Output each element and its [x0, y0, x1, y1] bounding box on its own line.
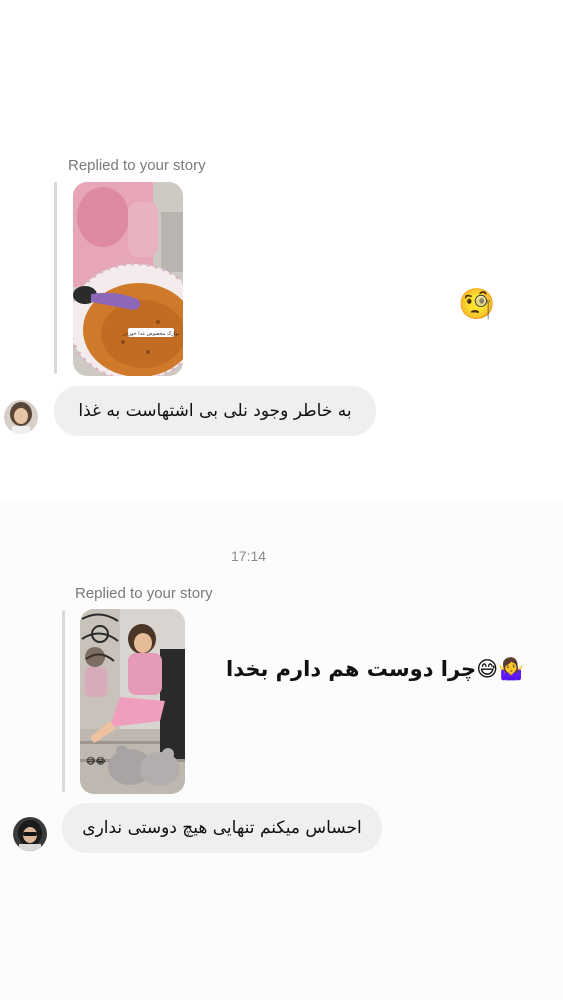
story-caption-1: نوارک مخصوص غذا خوردن [123, 330, 180, 337]
replied-to-story-label-1: Replied to your story [68, 157, 206, 174]
quote-bar-1 [54, 182, 57, 374]
story-image-girl-on-stairs: 😅😂 [80, 609, 185, 794]
message-bubble-1[interactable]: به خاطر وجود نلی بی اشتهاست به غذا [54, 386, 376, 436]
avatar-sender-2[interactable] [13, 817, 47, 851]
quote-bar-2 [62, 610, 65, 792]
replied-to-story-label-2: Replied to your story [75, 585, 213, 602]
avatar-sender-1[interactable] [4, 400, 38, 434]
reply-text: چرا دوست هم دارم بخدا [226, 657, 477, 681]
avatar-image-2 [13, 817, 47, 851]
message-bubble-2[interactable]: احساس میکنم تنهایی هیچ دوستی نداری [62, 803, 382, 853]
message-text-1: به خاطر وجود نلی بی اشتهاست به غذا [78, 401, 352, 421]
avatar-image-1 [4, 400, 38, 434]
message-text-2: احساس میکنم تنهایی هیچ دوستی نداری [82, 818, 362, 838]
story-thumbnail-1[interactable]: نوارک مخصوص غذا خوردن [73, 182, 183, 376]
story-sticker-2: 😅😂 [86, 756, 106, 767]
monocle-face-emoji-reaction: 🧐 [458, 287, 496, 322]
message-reply-text-2[interactable]: 🤷‍♀️😅چرا دوست هم دارم بخدا [226, 657, 524, 682]
story-thumbnail-2[interactable]: 😅😂 [80, 609, 185, 794]
reply-emojis: 🤷‍♀️😅 [476, 657, 525, 681]
story-image-soup-bowl: نوارک مخصوص غذا خوردن [73, 182, 183, 376]
message-timestamp: 17:14 [231, 548, 267, 564]
